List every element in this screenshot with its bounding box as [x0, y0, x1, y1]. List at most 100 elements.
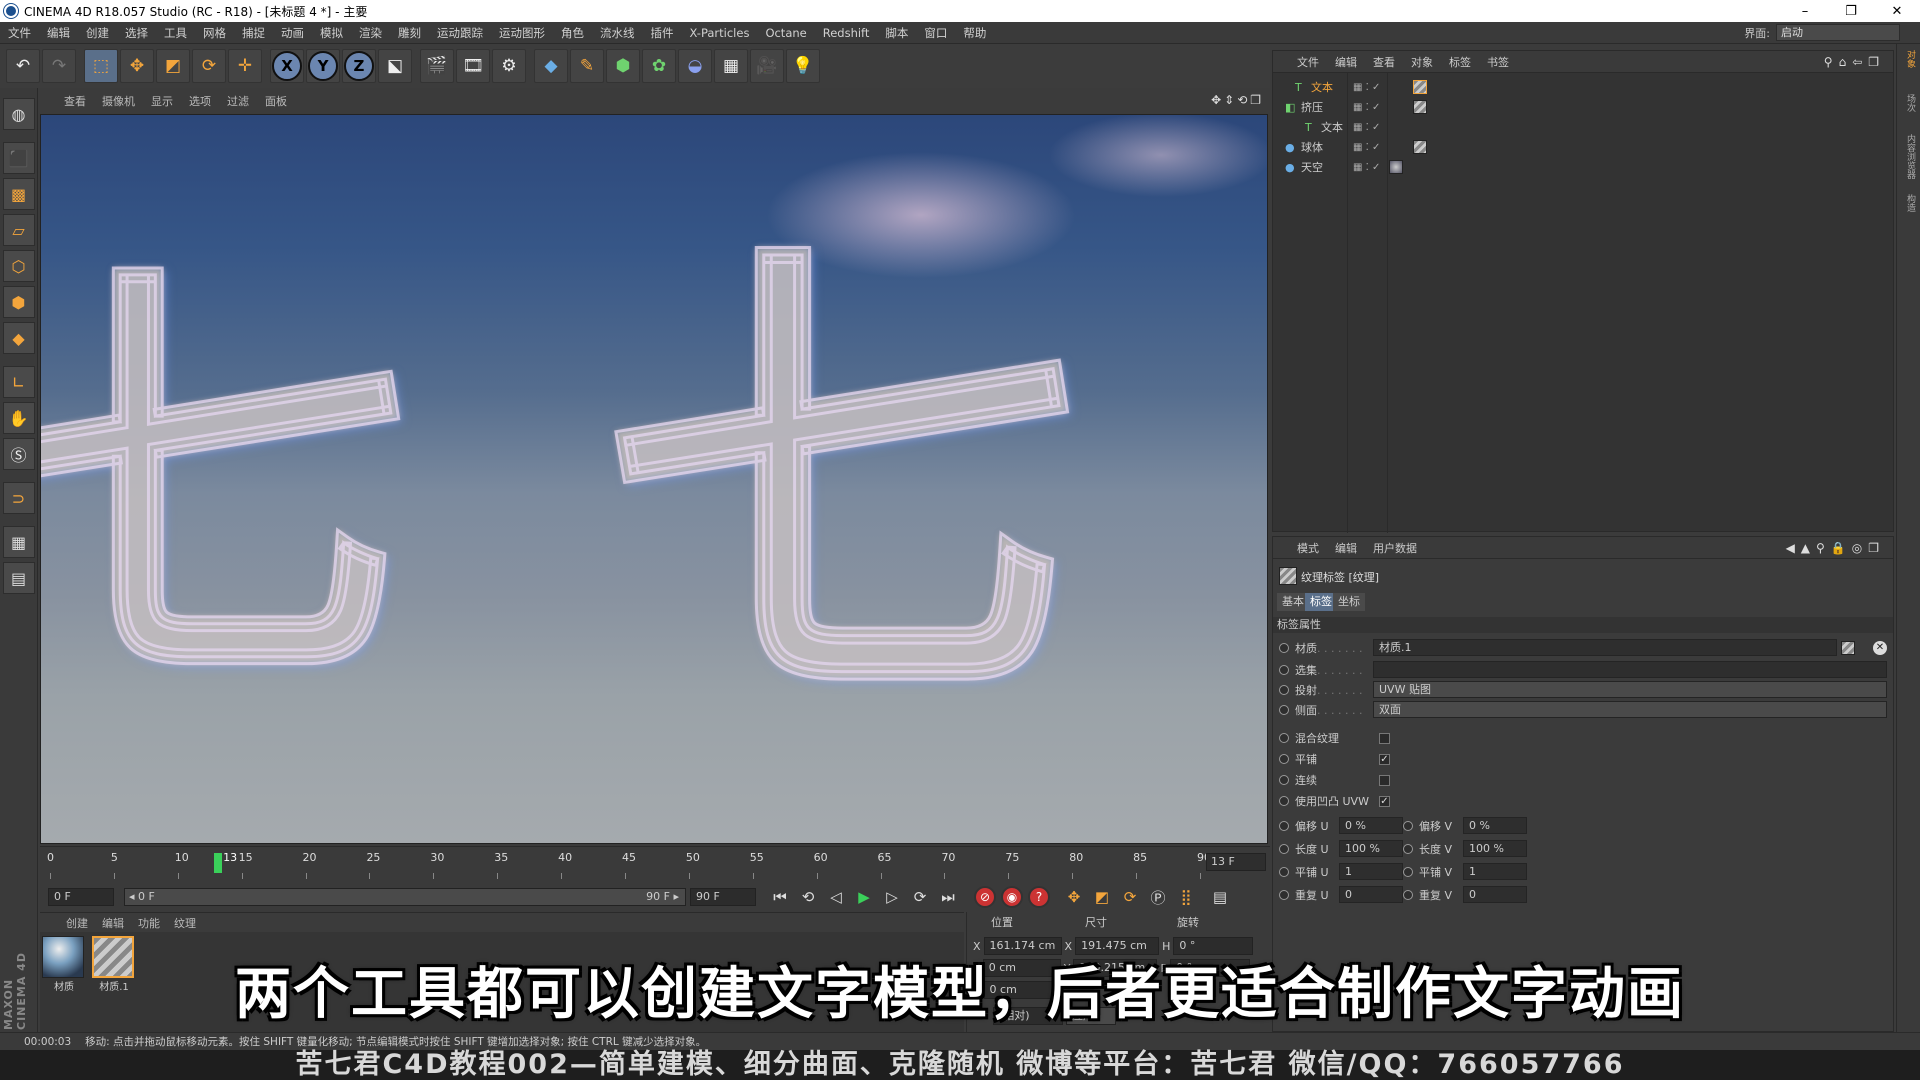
live-selection-icon[interactable]: ⬚ — [84, 49, 118, 83]
deformer-icon[interactable]: ◒ — [678, 49, 712, 83]
menu-file[interactable]: 文件 — [0, 25, 39, 41]
menu-edit[interactable]: 编辑 — [39, 25, 78, 41]
animate-radio[interactable] — [1279, 796, 1289, 806]
record-position-icon[interactable]: ✥ — [1062, 885, 1086, 909]
subdivision-icon[interactable]: ⬢ — [606, 49, 640, 83]
position-x-field[interactable]: 161.174 cm — [983, 937, 1062, 955]
animate-radio[interactable] — [1279, 844, 1289, 854]
uv-value-field[interactable]: 100 % — [1463, 840, 1527, 857]
animate-radio[interactable] — [1403, 890, 1413, 900]
menu-window[interactable]: 窗口 — [916, 25, 955, 41]
go-to-previous-key-icon[interactable]: ⟲ — [796, 885, 820, 909]
transform-icon[interactable]: ✛ — [228, 49, 262, 83]
animate-radio[interactable] — [1279, 685, 1289, 695]
record-active-objects-icon[interactable]: ⊘ — [974, 886, 996, 908]
record-pla-icon[interactable]: ⣿ — [1174, 885, 1198, 909]
menu-mograph[interactable]: 运动图形 — [491, 25, 553, 41]
visibility-toggle-icon[interactable]: ▦ ⁚ ✓ — [1353, 162, 1380, 173]
floor-icon[interactable]: ▦ — [714, 49, 748, 83]
autokeying-icon[interactable]: ◉ — [1001, 886, 1023, 908]
side-tab-takes[interactable]: 场次 — [1901, 94, 1917, 112]
animate-radio[interactable] — [1279, 890, 1289, 900]
interpolation-icon[interactable]: ▤ — [1208, 885, 1232, 909]
menu-motion-tracking[interactable]: 运动跟踪 — [429, 25, 491, 41]
object-menu-objects[interactable]: 对象 — [1411, 54, 1433, 70]
option-checkbox[interactable]: ✓ — [1379, 795, 1390, 807]
menu-sculpt[interactable]: 雕刻 — [390, 25, 429, 41]
texture-mode-icon[interactable]: ▩ — [2, 178, 35, 210]
animate-radio[interactable] — [1279, 775, 1289, 785]
render-settings-icon[interactable]: ⚙ — [492, 49, 526, 83]
animate-radio[interactable] — [1279, 665, 1289, 675]
go-to-next-key-icon[interactable]: ⟳ — [908, 885, 932, 909]
uv-value-field[interactable]: 1 — [1339, 863, 1403, 880]
record-rotation-icon[interactable]: ⟳ — [1118, 885, 1142, 909]
move-icon[interactable]: ✥ — [120, 49, 154, 83]
planar-workplane-icon[interactable]: ▤ — [2, 562, 35, 594]
viewport-menu-cameras[interactable]: 摄像机 — [102, 93, 135, 109]
minimize-button[interactable]: – — [1782, 0, 1828, 22]
uv-value-field[interactable]: 0 % — [1463, 817, 1527, 834]
viewport-navigation-icons[interactable]: ✥⇕⟲❐ — [1211, 93, 1264, 107]
viewport-menu-display[interactable]: 显示 — [151, 93, 173, 109]
object-menu-tags[interactable]: 标签 — [1449, 54, 1471, 70]
attr-nav-icons[interactable]: ◀▲⚲🔒◎❐ — [1786, 541, 1885, 555]
menu-create[interactable]: 创建 — [78, 25, 117, 41]
attr-menu-user-data[interactable]: 用户数据 — [1373, 540, 1417, 556]
uv-value-field[interactable]: 0 — [1463, 886, 1527, 903]
point-mode-icon[interactable]: ⬡ — [2, 250, 35, 282]
menu-character[interactable]: 角色 — [553, 25, 592, 41]
animate-radio[interactable] — [1279, 733, 1289, 743]
attr-menu-mode[interactable]: 模式 — [1297, 540, 1319, 556]
option-checkbox[interactable] — [1379, 774, 1390, 786]
visibility-toggle-icon[interactable]: ▦ ⁚ ✓ — [1353, 82, 1380, 93]
3d-viewport[interactable]: 七 七 — [40, 114, 1268, 844]
render-view-icon[interactable]: 🎬 — [420, 49, 454, 83]
size-x-field[interactable]: 191.475 cm — [1075, 937, 1160, 955]
play-icon[interactable]: ▶ — [852, 885, 876, 909]
side-tab-structure[interactable]: 构造 — [1901, 194, 1917, 212]
tab-coordinates[interactable]: 坐标 — [1333, 593, 1365, 611]
render-picture-viewer-icon[interactable]: 🎞 — [456, 49, 490, 83]
projection-select[interactable]: UVW 贴图 — [1373, 681, 1887, 698]
record-parameter-icon[interactable]: Ⓟ — [1146, 885, 1170, 909]
side-tab-content-browser[interactable]: 内容浏览器 — [1901, 134, 1917, 179]
tweak-mode-icon[interactable]: ✋ — [2, 402, 35, 434]
preview-range-slider[interactable]: ◂ 0 F 90 F ▸ — [124, 888, 686, 906]
menu-snap[interactable]: 捕捉 — [234, 25, 273, 41]
object-manager-search-icon[interactable]: ⚲⌂⇦❐ — [1824, 55, 1885, 69]
camera-icon[interactable]: 🎥 — [750, 49, 784, 83]
viewport-menu-options[interactable]: 选项 — [189, 93, 211, 109]
magnet-icon[interactable]: ⊃ — [2, 482, 35, 514]
scale-icon[interactable]: ◩ — [156, 49, 190, 83]
model-mode-icon[interactable]: ⬛ — [2, 142, 35, 174]
material-link-field[interactable]: 材质.1 — [1373, 639, 1837, 656]
polygon-mode-icon[interactable]: ◆ — [2, 322, 35, 354]
clear-link-icon[interactable]: ✕ — [1873, 641, 1887, 655]
animate-radio[interactable] — [1279, 821, 1289, 831]
object-menu-file[interactable]: 文件 — [1297, 54, 1319, 70]
material-menu-texture[interactable]: 纹理 — [174, 915, 196, 931]
menu-tools[interactable]: 工具 — [156, 25, 195, 41]
option-checkbox[interactable]: ✓ — [1379, 753, 1390, 765]
undo-icon[interactable]: ↶ — [6, 49, 40, 83]
object-row[interactable]: T 文本 ▦ ⁚ ✓ — [1273, 77, 1893, 97]
keyframe-selection-icon[interactable]: ? — [1028, 886, 1050, 908]
pen-spline-icon[interactable]: ✎ — [570, 49, 604, 83]
restore-button[interactable]: ❐ — [1828, 0, 1874, 22]
animate-radio[interactable] — [1279, 754, 1289, 764]
viewport-menu-view[interactable]: 查看 — [64, 93, 86, 109]
animate-radio[interactable] — [1279, 867, 1289, 877]
timeline-playhead[interactable] — [214, 853, 223, 873]
object-menu-edit[interactable]: 编辑 — [1335, 54, 1357, 70]
timeline[interactable]: 0 5 10 15 20 25 30 35 40 45 50 55 60 65 70 75 80 85 90 13 1… — [40, 846, 1270, 882]
visibility-toggle-icon[interactable]: ▦ ⁚ ✓ — [1353, 122, 1380, 133]
uv-value-field[interactable]: 1 — [1463, 863, 1527, 880]
menu-mesh[interactable]: 网格 — [195, 25, 234, 41]
snapping-icon[interactable]: Ⓢ — [2, 438, 35, 470]
object-row[interactable]: ● 天空 ▦ ⁚ ✓ — [1273, 157, 1893, 177]
animate-radio[interactable] — [1403, 867, 1413, 877]
timeline-ruler[interactable]: 0 5 10 15 20 25 30 35 40 45 50 55 60 65 70 75 80 85 90 13 — [47, 851, 1211, 881]
menu-pipeline[interactable]: 流水线 — [592, 25, 643, 41]
close-button[interactable]: ✕ — [1874, 0, 1920, 22]
